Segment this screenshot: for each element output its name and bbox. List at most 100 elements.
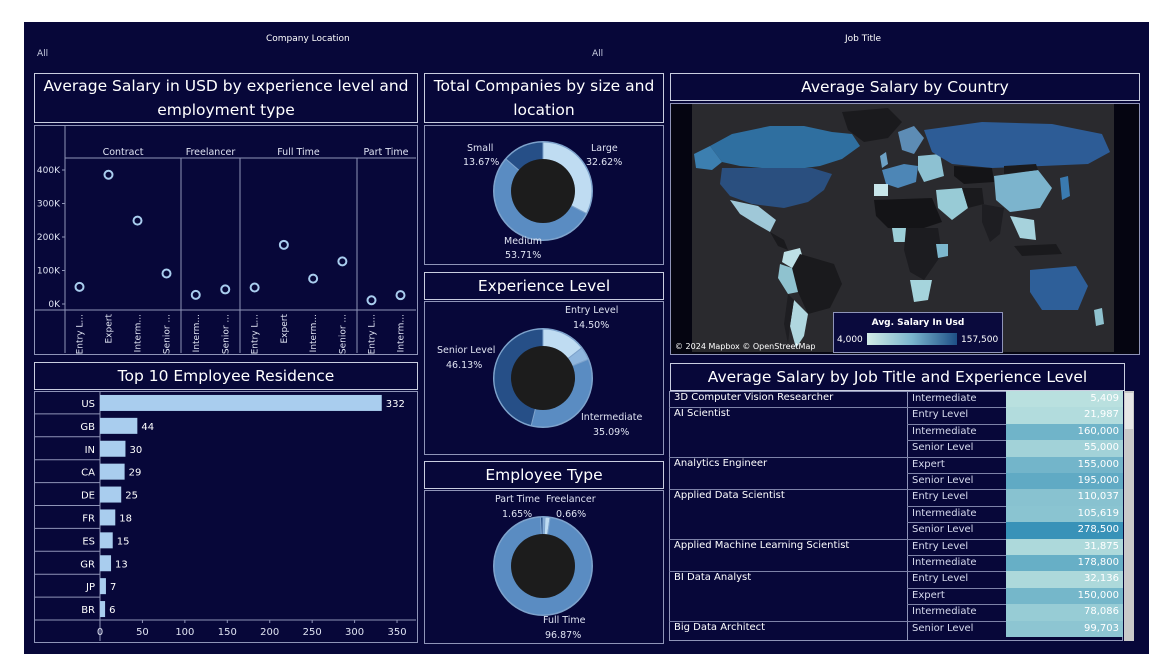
table-scrollbar-thumb[interactable]	[1125, 393, 1133, 429]
bar-category-label: JP	[85, 582, 95, 593]
table-row[interactable]: Senior Level 55,000	[669, 440, 1123, 457]
scatter-point	[220, 284, 231, 295]
scatter-group-header: Part Time	[363, 147, 408, 158]
bar-value-label: 18	[119, 513, 132, 524]
scatter-y-tick-label: 300K	[37, 200, 61, 210]
scatter-x-tick-label: Senior ...	[221, 314, 231, 354]
table-row[interactable]: 3D Computer Vision Researcher Intermediat…	[669, 391, 1123, 408]
scatter-y-tick-label: 400K	[37, 166, 61, 176]
table-row[interactable]: BI Data Analyst Entry Level 32,136	[669, 571, 1123, 588]
table-experience-level: Intermediate	[912, 393, 977, 404]
scatter-point	[308, 273, 319, 284]
table-salary-value: 55,000	[1006, 440, 1123, 457]
scatter-y-tick-label: 100K	[37, 267, 61, 277]
bar	[100, 532, 113, 549]
bar	[100, 555, 112, 572]
bar-category-label: BR	[81, 605, 95, 616]
scatter-x-tick-label: Entry L...	[251, 314, 261, 354]
donut1-small-pct: 13.67%	[463, 157, 500, 168]
donut1-large-label: Large	[591, 143, 618, 154]
table-row[interactable]: Big Data Architect Senior Level 99,703	[669, 620, 1123, 637]
map-australia	[1030, 266, 1088, 310]
scatter-x-tick-label: Senior ...	[338, 314, 348, 354]
scatter-point	[366, 295, 377, 306]
table-row[interactable]: AI Scientist Entry Level 21,987	[669, 407, 1123, 424]
bar-category-label: IN	[85, 445, 95, 456]
bar-x-tick-label: 50	[136, 627, 149, 638]
bar-category-label: GB	[80, 422, 95, 433]
table-row[interactable]: Expert 150,000	[669, 587, 1123, 605]
bar-category-label: DE	[81, 491, 95, 502]
bar-value-label: 44	[141, 422, 154, 433]
table-row[interactable]: Senior Level 278,500	[669, 522, 1123, 539]
bar-x-tick-label: 150	[218, 627, 237, 638]
table-job-title: 3D Computer Vision Researcher	[674, 392, 834, 403]
bar-x-tick-label: 200	[260, 627, 279, 638]
table-row[interactable]: Intermediate 178,800	[669, 555, 1123, 572]
table-row[interactable]: Senior Level 195,000	[669, 473, 1123, 490]
scatter-group-header: Freelancer	[186, 147, 236, 158]
donut1-large-pct: 32.62%	[586, 157, 623, 168]
bar	[100, 578, 106, 595]
table-salary-value: 99,703	[1006, 620, 1123, 637]
map-attribution[interactable]: © 2024 Mapbox © OpenStreetMap	[675, 342, 815, 351]
table-experience-level: Intermediate	[912, 507, 977, 519]
bar-category-label: CA	[81, 468, 95, 479]
country-map-title: Average Salary by Country	[670, 73, 1140, 101]
bar-category-label: GR	[80, 559, 95, 570]
donut2-senior-label: Senior Level	[437, 345, 496, 356]
table-row[interactable]: Analytics Engineer Expert 155,000	[669, 456, 1123, 473]
scatter-point	[161, 268, 172, 279]
table-experience-level: Senior Level	[912, 622, 974, 634]
scatter-point	[74, 281, 85, 292]
donut2-intermediate-label: Intermediate	[581, 412, 643, 423]
table-salary-value: 195,000	[1006, 473, 1123, 490]
table-row[interactable]: Intermediate 160,000	[669, 423, 1123, 441]
bar-x-tick-label: 100	[175, 627, 194, 638]
table-experience-level: Intermediate	[912, 606, 977, 618]
map-legend: Avg. Salary In Usd 4,000 157,500	[833, 312, 1003, 353]
job-title-filter-value[interactable]: All	[592, 49, 603, 59]
map-legend-title: Avg. Salary In Usd	[871, 318, 965, 328]
table-row[interactable]: Applied Machine Learning Scientist Entry …	[669, 538, 1123, 555]
table-job-title: Applied Machine Learning Scientist	[674, 539, 850, 551]
table-salary-value: 278,500	[1006, 522, 1123, 539]
table-salary-value: 31,875	[1006, 538, 1123, 555]
donut3-parttime-pct: 1.65%	[502, 509, 533, 520]
table-experience-level: Intermediate	[912, 557, 977, 568]
scatter-x-tick-label: Expert	[280, 314, 290, 344]
bar	[100, 440, 126, 457]
bar	[100, 394, 382, 411]
bar	[100, 463, 125, 480]
table-row[interactable]: Intermediate 78,086	[669, 604, 1123, 621]
residence-bar-chart: US 332 GB 44 IN 30 CA 29 DE 25 FR 18 ES 15 GR 13 JP 7 BR 60…	[34, 391, 416, 641]
table-job-title: BI Data Analyst	[674, 572, 752, 584]
table-salary-value: 32,136	[1006, 571, 1123, 588]
donut2-intermediate-pct: 35.09%	[593, 427, 630, 438]
scatter-y-tick-label: 0K	[48, 300, 61, 310]
bar	[100, 486, 122, 503]
table-row[interactable]: Applied Data Scientist Entry Level 110,037	[669, 489, 1123, 506]
table-row[interactable]: Intermediate 105,619	[669, 505, 1123, 523]
bar-x-tick-label: 350	[387, 627, 406, 638]
job-table-title: Average Salary by Job Title and Experien…	[670, 363, 1125, 391]
donut3-parttime-label: Part Time	[495, 494, 541, 505]
scatter-x-tick-label: Interm...	[134, 314, 144, 352]
table-salary-value: 110,037	[1006, 489, 1123, 506]
table-experience-level: Entry Level	[912, 540, 969, 552]
employee-type-title: Employee Type	[424, 461, 664, 489]
table-experience-level: Expert	[912, 458, 945, 470]
donut3-freelancer-pct: 0.66%	[556, 509, 587, 520]
table-salary-value: 105,619	[1006, 505, 1123, 523]
table-experience-level: Entry Level	[912, 409, 969, 421]
job-salary-table[interactable]: 3D Computer Vision Researcher Intermediat…	[669, 391, 1134, 641]
table-scrollbar[interactable]	[1124, 391, 1134, 641]
bar-value-label: 13	[115, 559, 128, 570]
company-location-filter-value[interactable]: All	[37, 49, 48, 59]
table-experience-level: Senior Level	[912, 524, 974, 536]
donut1-small-label: Small	[467, 143, 494, 154]
scatter-point	[132, 215, 143, 226]
table-job-title: AI Scientist	[674, 408, 730, 420]
scatter-x-tick-label: Entry L...	[368, 314, 378, 354]
map-legend-gradient	[867, 333, 957, 345]
